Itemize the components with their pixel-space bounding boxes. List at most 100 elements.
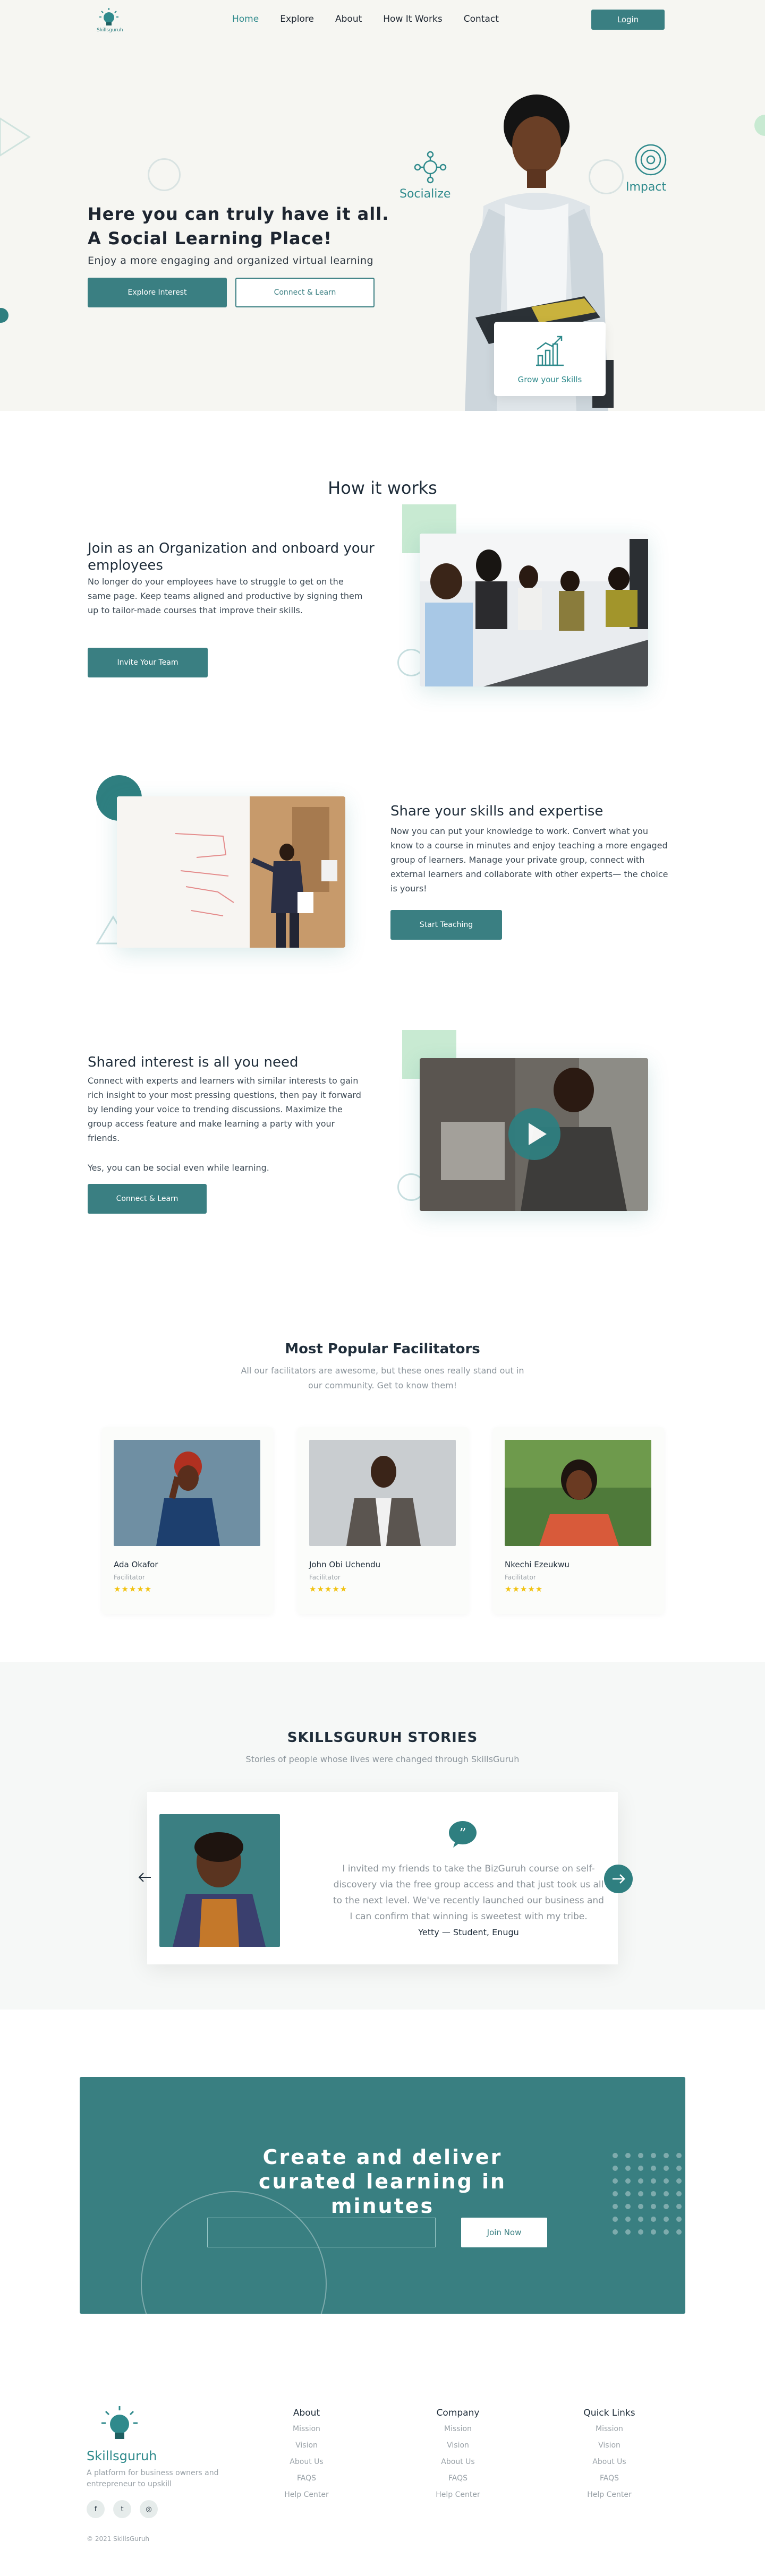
footer-link[interactable]: Mission (275, 2425, 338, 2433)
brand-logo[interactable]: Skillsguruh (97, 7, 123, 33)
connect-learn-button[interactable]: Connect & Learn (235, 278, 375, 307)
cta-banner: Create and deliver curated learning in m… (80, 2077, 685, 2314)
footer-link[interactable]: FAQS (577, 2474, 641, 2483)
feature-3-text-2: Yes, you can be social even while learni… (88, 1163, 269, 1173)
facilitator-photo (114, 1440, 260, 1546)
impact-icon (635, 144, 667, 176)
stories-title: SKILLSGURUH STORIES (287, 1730, 478, 1746)
email-input[interactable] (207, 2218, 436, 2247)
footer-description: A platform for business owners and entre… (87, 2469, 219, 2488)
footer-link[interactable]: FAQS (275, 2474, 338, 2483)
facilitators-title: Most Popular Facilitators (285, 1341, 480, 1357)
footer-about-title: About (293, 2408, 320, 2418)
feature-2-text: Now you can put your knowledge to work. … (390, 826, 668, 894)
bulb-icon (101, 2406, 138, 2439)
star-rating: ★★★★★ (309, 1584, 348, 1594)
nav-links: Home Explore About How It Works Contact (232, 14, 520, 24)
feature-connect-learn-button[interactable]: Connect & Learn (88, 1184, 207, 1214)
footer-brand: Skillsguruh (87, 2449, 157, 2463)
story-author: Yetty — Student, Enugu (418, 1927, 519, 1937)
footer-link[interactable]: Vision (577, 2441, 641, 2450)
facilitator-role: Facilitator (114, 1574, 145, 1581)
twitter-icon[interactable]: t (113, 2500, 131, 2518)
star-rating: ★★★★★ (114, 1584, 152, 1594)
footer-link[interactable]: Mission (426, 2425, 490, 2433)
footer-quick-links-title: Quick Links (583, 2408, 635, 2418)
copyright-text: © 2021 SkillsGuruh (87, 2535, 150, 2543)
nav-explore[interactable]: Explore (280, 14, 314, 24)
stories-subtitle: Stories of people whose lives were chang… (245, 1754, 520, 1764)
socialize-label: Socialize (400, 187, 451, 201)
footer-link[interactable]: FAQS (426, 2474, 490, 2483)
hero-title: Here you can truly have it all. A Social… (88, 204, 389, 248)
socialize-icon (414, 151, 447, 184)
story-photo (159, 1814, 280, 1947)
start-teaching-button[interactable]: Start Teaching (390, 910, 502, 940)
dot-decoration (754, 115, 765, 136)
facilitator-name: Nkechi Ezeukwu (505, 1560, 570, 1569)
impact-label: Impact (626, 181, 667, 194)
facilitator-role: Facilitator (309, 1574, 341, 1581)
nav-contact[interactable]: Contact (464, 14, 499, 24)
quote-icon: ” (449, 1821, 477, 1848)
feature-1-text: No longer do your employees have to stru… (88, 577, 363, 615)
grow-skills-card: Grow your Skills (494, 322, 606, 396)
dot-decoration (0, 308, 8, 323)
facilitator-name: John Obi Uchendu (309, 1560, 381, 1569)
join-now-button[interactable]: Join Now (461, 2218, 547, 2247)
facilitators-subtitle: All our facilitators are awesome, but th… (241, 1366, 524, 1390)
story-quote: I invited my friends to take the BizGuru… (333, 1864, 604, 1922)
footer-link[interactable]: About Us (275, 2458, 338, 2466)
hero-section: Here you can truly have it all. A Social… (0, 41, 765, 411)
feature-3-title: Shared interest is all you need (88, 1054, 299, 1070)
feature-1-title: Join as an Organization and onboard your… (88, 540, 375, 573)
star-rating: ★★★★★ (505, 1584, 543, 1594)
footer-link[interactable]: Vision (275, 2441, 338, 2450)
play-button[interactable] (508, 1108, 560, 1160)
nav-about[interactable]: About (335, 14, 362, 24)
facebook-icon[interactable]: f (87, 2500, 105, 2518)
cta-title: Create and deliver curated learning in m… (80, 2145, 685, 2218)
facilitator-card[interactable]: Nkechi Ezeukwu Facilitator ★★★★★ (493, 1427, 664, 1614)
facilitator-photo (309, 1440, 456, 1546)
facilitator-role: Facilitator (505, 1574, 536, 1581)
learning-video[interactable] (420, 1058, 648, 1211)
hero-subtitle: Enjoy a more engaging and organized virt… (88, 255, 374, 267)
ring-decoration (148, 158, 181, 191)
svg-text:”: ” (459, 1826, 466, 1842)
instagram-icon[interactable]: ◎ (140, 2500, 158, 2518)
brand-logo-text: Skillsguruh (97, 28, 123, 33)
footer-link[interactable]: Vision (426, 2441, 490, 2450)
invite-team-button[interactable]: Invite Your Team (88, 648, 208, 677)
footer-link[interactable]: About Us (426, 2458, 490, 2466)
teaching-whiteboard-photo (117, 796, 345, 948)
arrow-right-icon (613, 1874, 625, 1884)
facilitator-card[interactable]: John Obi Uchendu Facilitator ★★★★★ (298, 1427, 469, 1614)
facilitator-name: Ada Okafor (114, 1560, 158, 1569)
how-it-works-title: How it works (328, 478, 437, 498)
feature-3-text: Connect with experts and learners with s… (88, 1076, 361, 1143)
facilitator-photo (505, 1440, 651, 1546)
top-navbar: Skillsguruh Home Explore About How It Wo… (0, 0, 765, 41)
nav-home[interactable]: Home (232, 14, 259, 24)
facilitator-card[interactable]: Ada Okafor Facilitator ★★★★★ (102, 1427, 273, 1614)
next-story-button[interactable] (604, 1865, 633, 1893)
nav-how-it-works[interactable]: How It Works (383, 14, 442, 24)
footer-link[interactable]: About Us (577, 2458, 641, 2466)
feature-2-title: Share your skills and expertise (390, 803, 604, 819)
footer-link[interactable]: Mission (577, 2425, 641, 2433)
bulb-icon (99, 8, 118, 25)
play-icon (529, 1123, 547, 1145)
login-button[interactable]: Login (591, 10, 665, 30)
footer-link[interactable]: Help Center (426, 2491, 490, 2499)
grow-skills-label: Grow your Skills (517, 375, 582, 384)
footer-link[interactable]: Help Center (577, 2491, 641, 2499)
growth-chart-icon (536, 336, 564, 366)
arrow-left-icon[interactable] (137, 1871, 153, 1884)
cta-title-text: Create and deliver curated learning in m… (258, 2145, 507, 2218)
team-meeting-photo (420, 534, 648, 686)
footer-company-title: Company (436, 2408, 480, 2418)
footer-link[interactable]: Help Center (275, 2491, 338, 2499)
triangle-decoration (0, 117, 31, 157)
explore-interest-button[interactable]: Explore Interest (88, 278, 227, 307)
